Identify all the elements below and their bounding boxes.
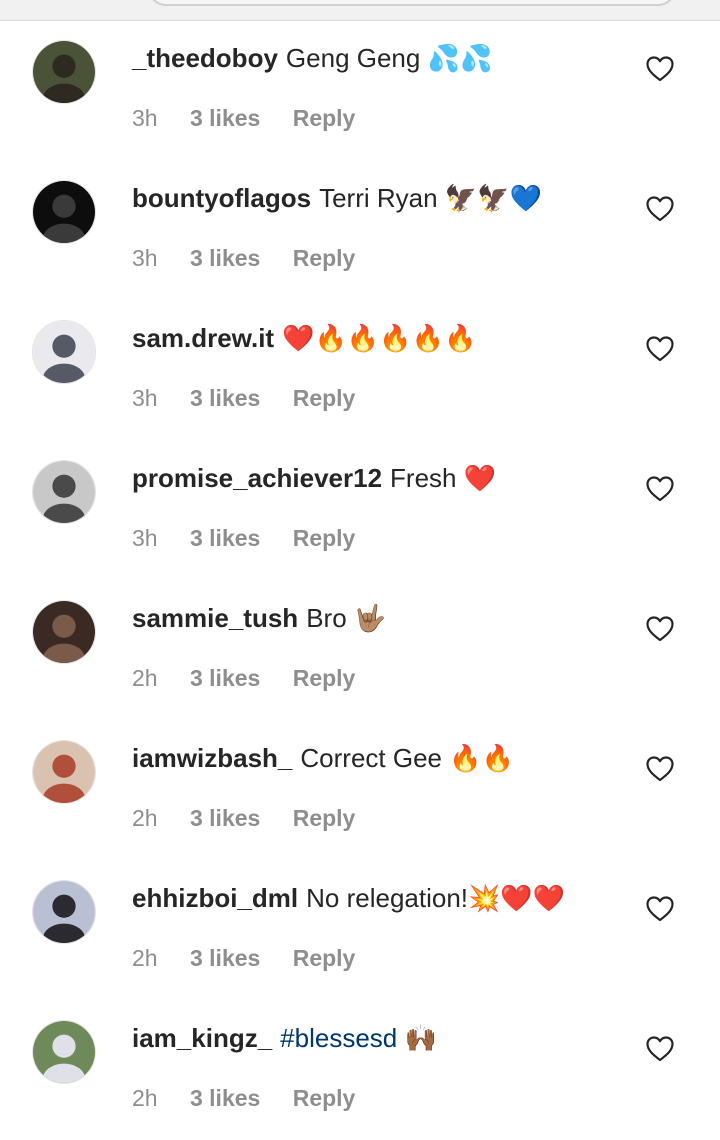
comment-item: ehhizboi_dml No relegation!💥❤️❤️ 2h 3 lik… bbox=[0, 860, 720, 1000]
avatar[interactable] bbox=[32, 880, 96, 944]
comment-meta: 2h 3 likes Reply bbox=[132, 942, 381, 974]
heart-outline-icon[interactable] bbox=[646, 56, 674, 82]
comment-text: Terri Ryan 🦅🦅💙 bbox=[319, 183, 542, 213]
comment-likes[interactable]: 3 likes bbox=[190, 245, 260, 271]
comment-username[interactable]: bountyoflagos bbox=[132, 183, 311, 213]
comment-username[interactable]: sammie_tush bbox=[132, 603, 298, 633]
comment-text: Bro 🤟🏽 bbox=[306, 603, 387, 633]
comment-meta: 2h 3 likes Reply bbox=[132, 1082, 381, 1114]
avatar-image bbox=[33, 601, 95, 663]
comment-username[interactable]: iamwizbash_ bbox=[132, 743, 292, 773]
comment-likes[interactable]: 3 likes bbox=[190, 945, 260, 971]
comment-meta: 3h 3 likes Reply bbox=[132, 382, 381, 414]
comment-time: 2h bbox=[132, 805, 158, 831]
reply-button[interactable]: Reply bbox=[293, 245, 356, 271]
top-bar bbox=[0, 0, 720, 21]
heart-outline-icon[interactable] bbox=[646, 196, 674, 222]
comment-item: iam_kingz_ #blessesd 🙌🏾 2h 3 likes Reply bbox=[0, 1000, 720, 1140]
reply-button[interactable]: Reply bbox=[293, 665, 356, 691]
avatar[interactable] bbox=[32, 460, 96, 524]
comment-likes[interactable]: 3 likes bbox=[190, 1085, 260, 1111]
reply-button[interactable]: Reply bbox=[293, 805, 356, 831]
reply-button[interactable]: Reply bbox=[293, 385, 356, 411]
comments-list: _theedoboy Geng Geng 💦💦 3h 3 likes Reply … bbox=[0, 20, 720, 1140]
comment-username[interactable]: _theedoboy bbox=[132, 43, 278, 73]
avatar[interactable] bbox=[32, 180, 96, 244]
reply-button[interactable]: Reply bbox=[293, 1085, 356, 1111]
avatar-image bbox=[33, 181, 95, 243]
comment-likes[interactable]: 3 likes bbox=[190, 525, 260, 551]
comment-time: 3h bbox=[132, 245, 158, 271]
comment-line: bountyoflagos Terri Ryan 🦅🦅💙 bbox=[132, 180, 630, 216]
avatar-image bbox=[33, 1021, 95, 1083]
avatar-image bbox=[33, 741, 95, 803]
comment-username[interactable]: promise_achiever12 bbox=[132, 463, 382, 493]
avatar-image bbox=[33, 461, 95, 523]
heart-outline-icon[interactable] bbox=[646, 756, 674, 782]
avatar[interactable] bbox=[32, 40, 96, 104]
comment-likes[interactable]: 3 likes bbox=[190, 105, 260, 131]
reply-button[interactable]: Reply bbox=[293, 945, 356, 971]
comment-likes[interactable]: 3 likes bbox=[190, 385, 260, 411]
heart-outline-icon[interactable] bbox=[646, 336, 674, 362]
avatar-image bbox=[33, 881, 95, 943]
comment-username[interactable]: sam.drew.it bbox=[132, 323, 274, 353]
comment-time: 2h bbox=[132, 945, 158, 971]
comment-item: sammie_tush Bro 🤟🏽 2h 3 likes Reply bbox=[0, 580, 720, 720]
reply-button[interactable]: Reply bbox=[293, 525, 356, 551]
comment-meta: 2h 3 likes Reply bbox=[132, 802, 381, 834]
heart-outline-icon[interactable] bbox=[646, 896, 674, 922]
comment-time: 2h bbox=[132, 665, 158, 691]
comment-time: 2h bbox=[132, 1085, 158, 1111]
avatar[interactable] bbox=[32, 320, 96, 384]
comment-line: sammie_tush Bro 🤟🏽 bbox=[132, 600, 630, 636]
comment-text: No relegation!💥❤️❤️ bbox=[306, 883, 566, 913]
comment-item: iamwizbash_ Correct Gee 🔥🔥 2h 3 likes Rep… bbox=[0, 720, 720, 860]
comment-item: _theedoboy Geng Geng 💦💦 3h 3 likes Reply bbox=[0, 20, 720, 160]
comment-line: sam.drew.it ❤️🔥🔥🔥🔥🔥 bbox=[132, 320, 630, 356]
avatar[interactable] bbox=[32, 1020, 96, 1084]
comment-time: 3h bbox=[132, 525, 158, 551]
avatar[interactable] bbox=[32, 600, 96, 664]
comment-username[interactable]: iam_kingz_ bbox=[132, 1023, 272, 1053]
comment-line: iamwizbash_ Correct Gee 🔥🔥 bbox=[132, 740, 630, 776]
heart-outline-icon[interactable] bbox=[646, 476, 674, 502]
comment-item: promise_achiever12 Fresh ❤️ 3h 3 likes Re… bbox=[0, 440, 720, 580]
comment-text: ❤️🔥🔥🔥🔥🔥 bbox=[282, 323, 477, 353]
comment-line: iam_kingz_ #blessesd 🙌🏾 bbox=[132, 1020, 630, 1056]
comment-item: sam.drew.it ❤️🔥🔥🔥🔥🔥 3h 3 likes Reply bbox=[0, 300, 720, 440]
comment-meta: 3h 3 likes Reply bbox=[132, 242, 381, 274]
comment-text: Correct Gee 🔥🔥 bbox=[300, 743, 514, 773]
comment-time: 3h bbox=[132, 385, 158, 411]
comment-username[interactable]: ehhizboi_dml bbox=[132, 883, 298, 913]
comment-likes[interactable]: 3 likes bbox=[190, 805, 260, 831]
comment-meta: 3h 3 likes Reply bbox=[132, 522, 381, 554]
comment-time: 3h bbox=[132, 105, 158, 131]
comment-meta: 3h 3 likes Reply bbox=[132, 102, 381, 134]
comment-text: Geng Geng 💦💦 bbox=[285, 43, 493, 73]
comment-line: ehhizboi_dml No relegation!💥❤️❤️ bbox=[132, 880, 630, 916]
search-pill[interactable] bbox=[148, 0, 676, 6]
comment-item: bountyoflagos Terri Ryan 🦅🦅💙 3h 3 likes R… bbox=[0, 160, 720, 300]
comment-meta: 2h 3 likes Reply bbox=[132, 662, 381, 694]
avatar[interactable] bbox=[32, 740, 96, 804]
comment-line: promise_achiever12 Fresh ❤️ bbox=[132, 460, 630, 496]
reply-button[interactable]: Reply bbox=[293, 105, 356, 131]
comment-line: _theedoboy Geng Geng 💦💦 bbox=[132, 40, 630, 76]
comment-text[interactable]: #blessesd 🙌🏾 bbox=[280, 1023, 437, 1053]
comment-text: Fresh ❤️ bbox=[390, 463, 497, 493]
heart-outline-icon[interactable] bbox=[646, 616, 674, 642]
comment-likes[interactable]: 3 likes bbox=[190, 665, 260, 691]
avatar-image bbox=[33, 41, 95, 103]
avatar-image bbox=[33, 321, 95, 383]
heart-outline-icon[interactable] bbox=[646, 1036, 674, 1062]
